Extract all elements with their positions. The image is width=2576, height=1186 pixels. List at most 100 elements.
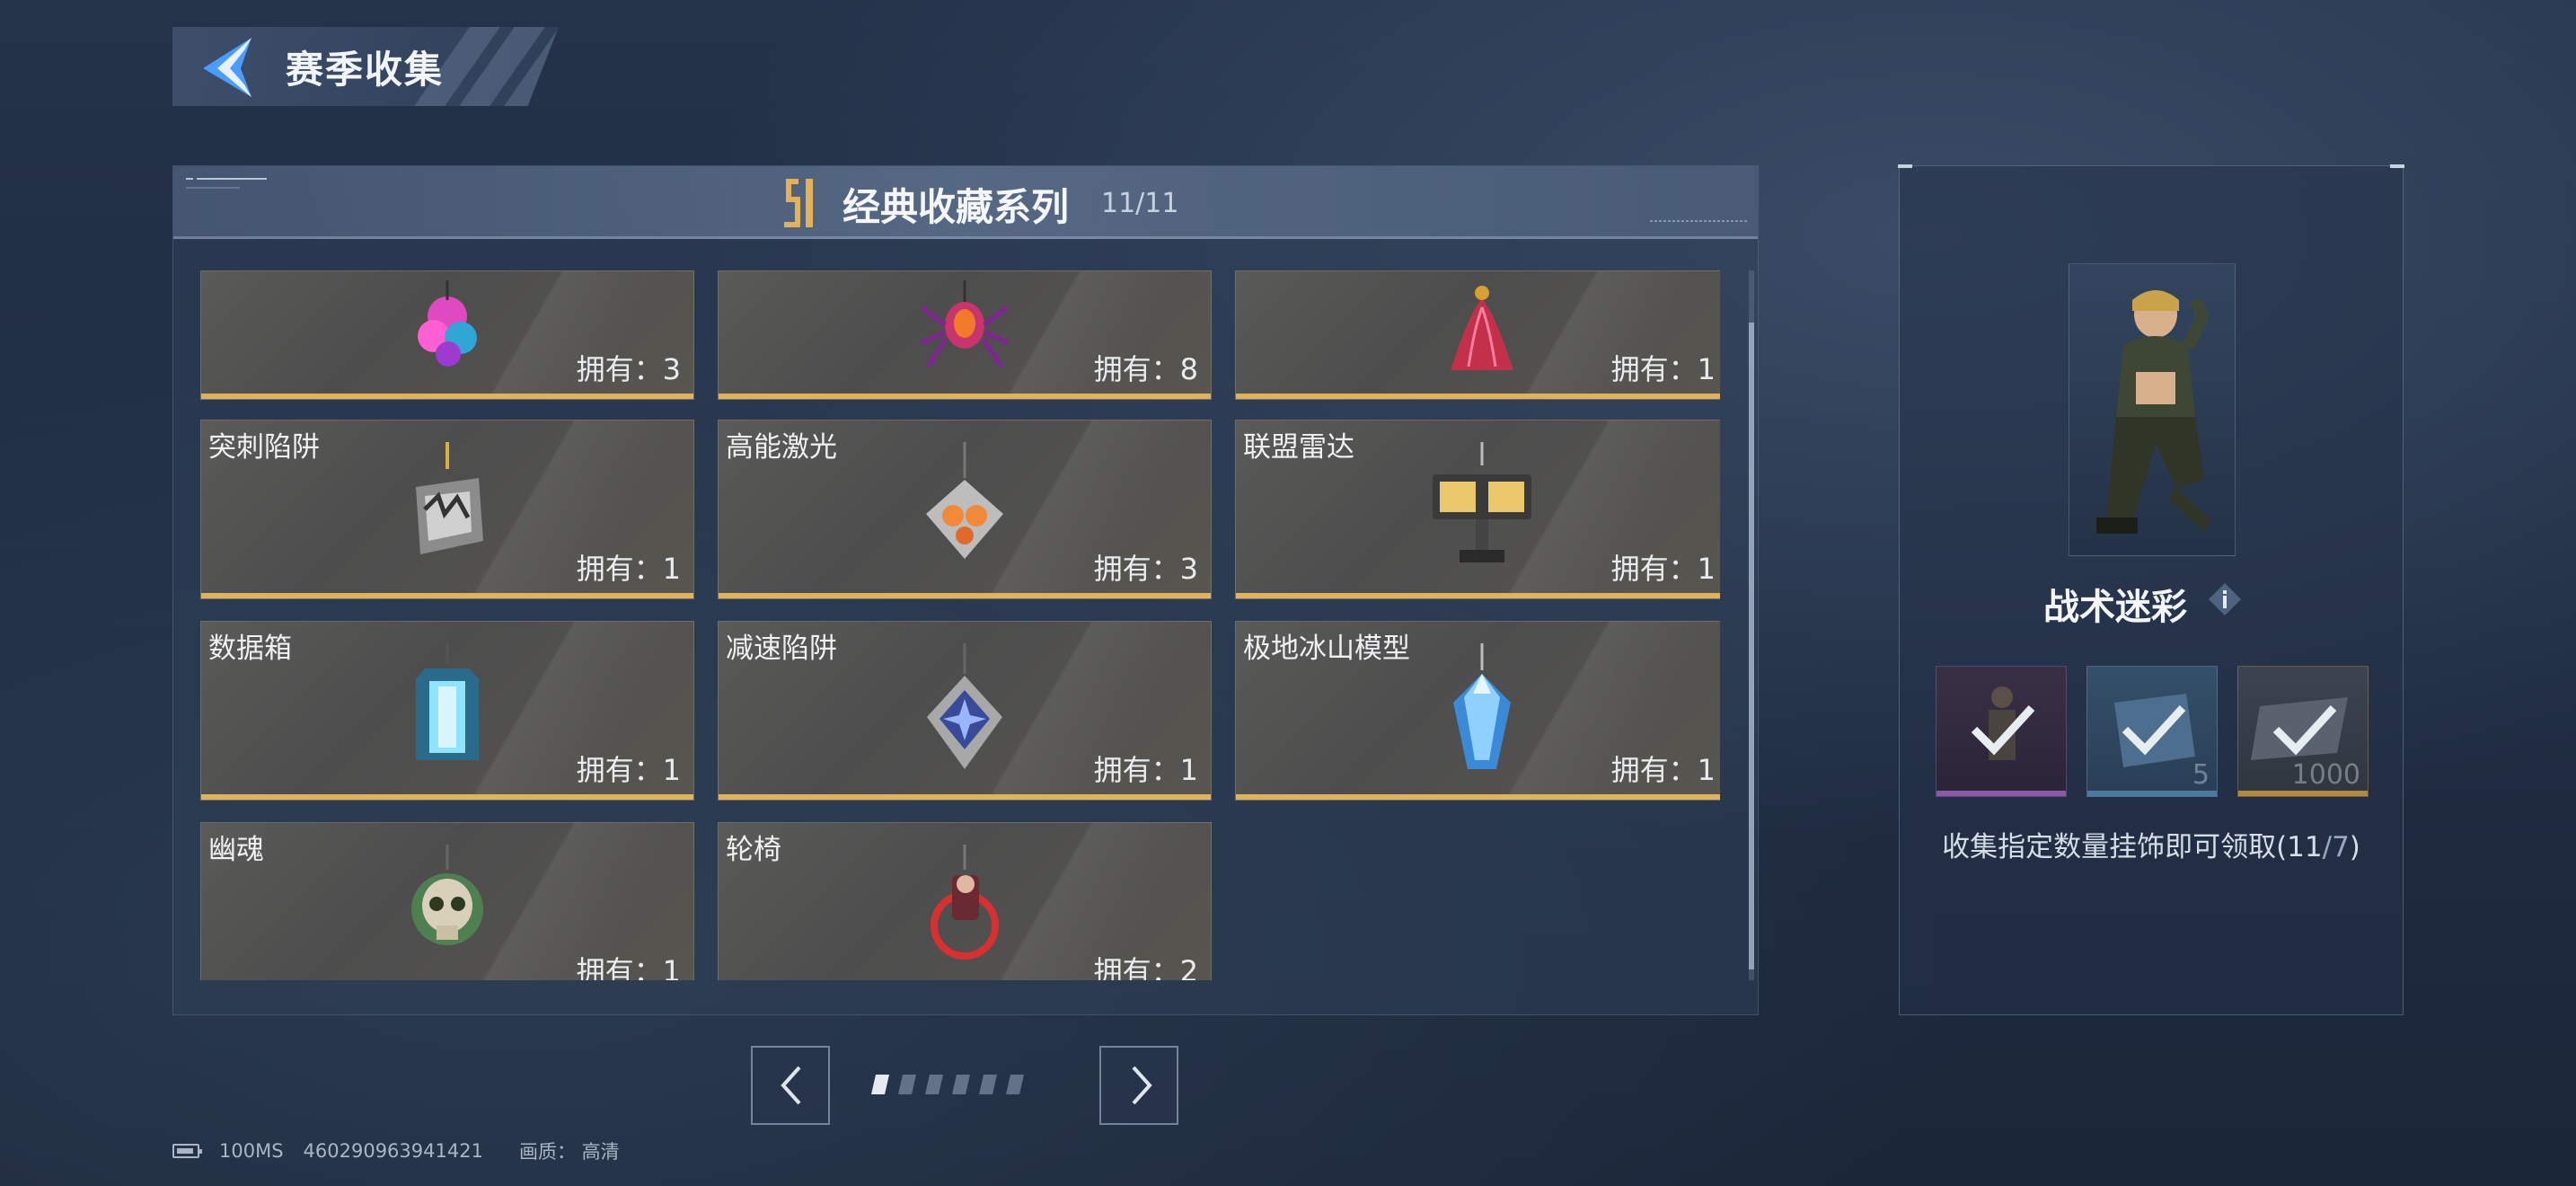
battery-icon [172, 1144, 202, 1158]
next-page-button[interactable] [1099, 1046, 1178, 1125]
item-card[interactable]: 拥有：8 [718, 270, 1212, 400]
page-title: 赛季收集 [286, 48, 445, 92]
card-underline [201, 394, 693, 399]
owned-count: 拥有：8 [1093, 352, 1198, 386]
back-button[interactable] [199, 36, 259, 99]
item-card[interactable]: 高能激光 拥有：3 [718, 420, 1212, 599]
series-header: 经典收藏系列 11/11 [173, 166, 1758, 239]
reward-tier-1[interactable] [1936, 666, 2067, 797]
page-dot[interactable] [979, 1075, 997, 1094]
page-dot[interactable] [871, 1075, 889, 1094]
card-underline [1236, 794, 1720, 800]
red-tentacle-charm-icon [1451, 286, 1513, 370]
header-deco-icon [186, 178, 267, 189]
item-grid: 拥有：3 拥有：8 拥有：1 突刺陷阱 拥有：1 高能激光 拥有：3 联盟雷达 … [200, 270, 1720, 980]
owned-count: 拥有：1 [1610, 352, 1716, 386]
card-underline [201, 593, 693, 598]
uid-text: 460290963941421 [303, 1140, 483, 1162]
series-title: 经典收藏系列 [842, 185, 1070, 229]
check-icon [2272, 704, 2337, 756]
check-icon [1971, 704, 2035, 756]
prev-page-button[interactable] [751, 1046, 830, 1125]
spike-trap-charm-icon [416, 442, 483, 554]
wheelchair-charm-icon [931, 845, 999, 960]
laser-charm-icon [926, 442, 1003, 559]
soldier-portrait-icon [2096, 290, 2211, 534]
item-name: 数据箱 [208, 633, 292, 665]
owned-count: 拥有：3 [576, 352, 681, 386]
owned-count: 拥有：1 [1610, 552, 1716, 586]
item-name: 幽魂 [208, 834, 264, 866]
page-dot[interactable] [898, 1075, 916, 1094]
collect-total: /7 [2322, 831, 2350, 863]
item-name: 突刺陷阱 [208, 431, 320, 464]
header-deco-icon [1650, 220, 1749, 222]
owned-count: 拥有：1 [576, 753, 681, 787]
card-underline [719, 593, 1211, 598]
back-arrow-icon [203, 38, 251, 97]
card-underline [201, 794, 693, 800]
scrollbar-thumb[interactable] [1749, 323, 1754, 969]
item-name: 联盟雷达 [1243, 431, 1354, 464]
slow-trap-charm-icon [927, 643, 1002, 769]
info-icon[interactable] [2207, 581, 2243, 617]
reward-portrait[interactable] [2069, 263, 2236, 556]
collect-prefix: 收集指定数量挂饰即可领取(11 [1942, 831, 2323, 863]
card-underline [719, 394, 1211, 399]
chevron-left-icon [781, 1066, 801, 1105]
pink-flower-charm-icon [418, 280, 477, 367]
card-underline [1236, 593, 1720, 598]
reward-quantity: 1000 [2291, 759, 2360, 791]
item-card[interactable]: 突刺陷阱 拥有：1 [200, 420, 694, 599]
collect-progress-text: 收集指定数量挂饰即可领取(11/7) [1900, 824, 2403, 864]
item-card[interactable]: 极地冰山模型 拥有：1 [1235, 621, 1720, 801]
panel-corner [1898, 164, 1912, 168]
reward-tier-3[interactable]: 1000 [2237, 666, 2369, 797]
item-card[interactable]: 幽魂 拥有：1 [200, 822, 694, 980]
skull-charm-icon [411, 845, 483, 945]
panel-corner [2390, 164, 2404, 168]
ping-text: 100MS [219, 1140, 284, 1162]
card-underline [719, 794, 1211, 800]
owned-count: 拥有：1 [576, 552, 681, 586]
check-icon [2122, 704, 2186, 756]
reward-panel: 战术迷彩 5 1000 收集指定数量挂饰即可领取(11/7) [1898, 164, 2404, 1015]
page-indicator [871, 1075, 1024, 1096]
s1-season-badge-icon [784, 179, 813, 227]
owned-count: 拥有：3 [1093, 552, 1198, 586]
card-underline [1236, 394, 1720, 399]
item-card[interactable]: 联盟雷达 拥有：1 [1235, 420, 1720, 599]
status-footer: 100MS 460290963941421 画质： 高清 [172, 1137, 620, 1164]
item-name: 高能激光 [726, 431, 837, 464]
chevron-right-icon [1132, 1066, 1152, 1105]
iceberg-charm-icon [1453, 643, 1511, 769]
item-card[interactable]: 数据箱 拥有：1 [200, 621, 694, 801]
radar-charm-icon [1433, 442, 1531, 562]
page-dot[interactable] [1006, 1075, 1024, 1094]
reward-title: 战术迷彩 [2043, 587, 2187, 628]
page-dot[interactable] [952, 1075, 970, 1094]
owned-count: 拥有：1 [1610, 753, 1716, 787]
item-name: 极地冰山模型 [1243, 633, 1410, 665]
item-name: 减速陷阱 [726, 633, 837, 665]
item-card[interactable]: 减速陷阱 拥有：1 [718, 621, 1212, 801]
owned-count: 拥有：1 [1093, 753, 1198, 787]
reward-tier-2[interactable]: 5 [2086, 666, 2218, 797]
owned-count: 拥有：1 [576, 954, 681, 980]
spider-charm-icon [919, 280, 1010, 368]
collect-suffix: ) [2349, 831, 2360, 863]
owned-count: 拥有：2 [1093, 954, 1198, 980]
item-name: 轮椅 [726, 834, 781, 866]
reward-quantity: 5 [2192, 759, 2210, 791]
data-box-charm-icon [416, 643, 479, 760]
quality-text: 画质： 高清 [518, 1141, 620, 1163]
item-card[interactable]: 拥有：1 [1235, 270, 1720, 400]
series-count: 11/11 [1101, 188, 1179, 219]
rarity-line [2087, 791, 2217, 796]
rarity-line [1936, 791, 2066, 796]
collection-panel: 经典收藏系列 11/11 拥有：3 拥有：8 拥有：1 突刺陷阱 拥有：1 高能… [172, 165, 1759, 1015]
rarity-line [2238, 791, 2368, 796]
item-card[interactable]: 轮椅 拥有：2 [718, 822, 1212, 980]
page-dot[interactable] [925, 1075, 943, 1094]
item-card[interactable]: 拥有：3 [200, 270, 694, 400]
